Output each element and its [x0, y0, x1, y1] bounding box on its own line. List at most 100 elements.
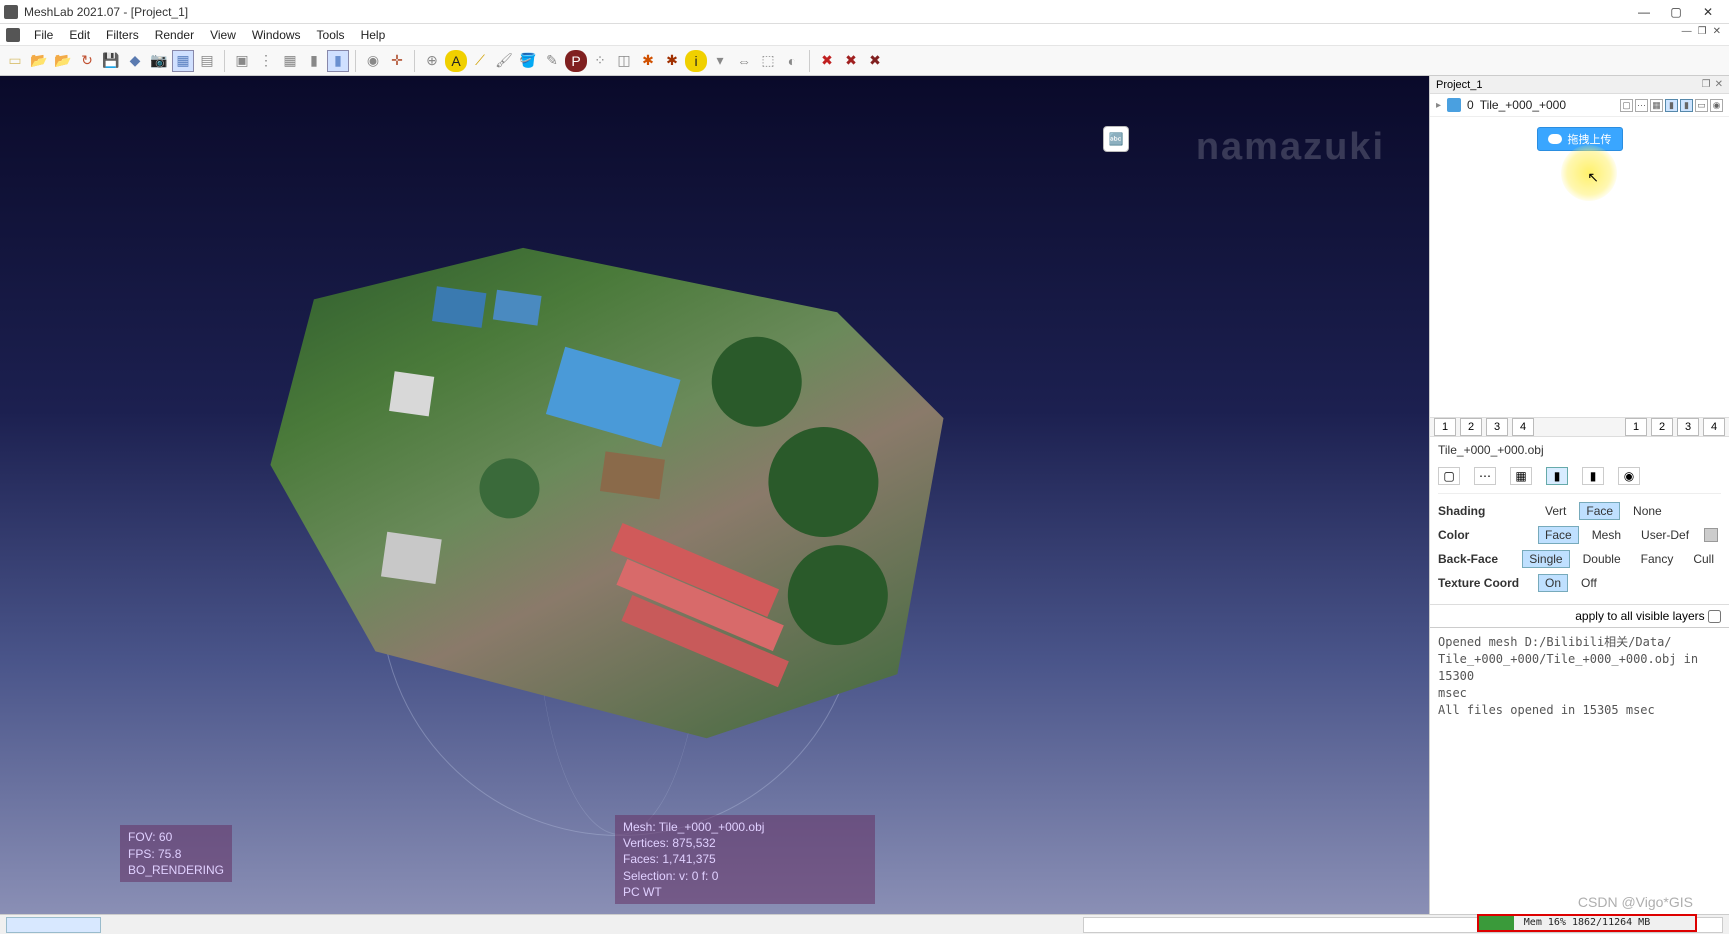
render-properties: Tile_+000_+000.obj ▢ ⋯ ▦ ▮ ▮ ◉ Shading V…	[1430, 437, 1729, 604]
layer-row[interactable]: ▸ 0 Tile_+000_+000 ▢ ⋯ ▦ ▮ ▮ ▭ ◉	[1430, 94, 1729, 117]
apply-all-checkbox[interactable]	[1708, 610, 1721, 623]
layer-dialog-icon[interactable]: ▦	[172, 50, 194, 72]
p-icon[interactable]: P	[565, 50, 587, 72]
maximize-button[interactable]: ▢	[1669, 5, 1683, 19]
measure-icon[interactable]: ⟋	[469, 50, 491, 72]
star2-icon[interactable]: ✱	[661, 50, 683, 72]
view-tab-right-2[interactable]: 2	[1651, 418, 1673, 436]
mdi-minimize-button[interactable]: —	[1682, 26, 1692, 37]
smooth-icon[interactable]: ▮	[327, 50, 349, 72]
pencil-icon[interactable]: ✎	[541, 50, 563, 72]
new-project-icon[interactable]: ▭	[4, 50, 26, 72]
align-icon[interactable]: ▾	[709, 50, 731, 72]
option-user-def[interactable]: User-Def	[1634, 526, 1696, 544]
panel-close-button[interactable]: ✕	[1715, 79, 1723, 90]
option-face[interactable]: Face	[1538, 526, 1579, 544]
layer-expand-icon[interactable]: ▸	[1436, 100, 1441, 111]
render-mode-smooth-icon[interactable]: ▮	[1582, 467, 1604, 485]
info-icon[interactable]: i	[685, 50, 707, 72]
label-icon[interactable]: A	[445, 50, 467, 72]
upload-button[interactable]: 拖拽上传	[1537, 127, 1623, 151]
log-area[interactable]: Opened mesh D:/Bilibili相关/Data/ Tile_+00…	[1430, 627, 1729, 914]
render-mode-flat-icon[interactable]: ▮	[1546, 467, 1568, 485]
mdi-controls: — ❐ ✕	[1682, 26, 1721, 37]
option-face[interactable]: Face	[1579, 502, 1620, 520]
ref-icon[interactable]: ⬚	[757, 50, 779, 72]
side-panel: Project_1 ❐ ✕ ▸ 0 Tile_+000_+000 ▢ ⋯ ▦ ▮…	[1429, 76, 1729, 914]
menu-filters[interactable]: Filters	[98, 26, 147, 44]
render-mode-points-icon[interactable]: ⋯	[1474, 467, 1496, 485]
layer-sel-icon[interactable]: ▮	[1680, 99, 1693, 112]
menu-render[interactable]: Render	[147, 26, 202, 44]
layer-edge-icon[interactable]: ▭	[1695, 99, 1708, 112]
cloud-icon	[1548, 134, 1562, 144]
project-panel-title: Project_1	[1436, 79, 1482, 91]
bbox-icon[interactable]: ▣	[231, 50, 253, 72]
fill-icon[interactable]: 🪣	[517, 50, 539, 72]
view-tab-left-3[interactable]: 3	[1486, 418, 1508, 436]
select-vert-icon[interactable]: ⁘	[589, 50, 611, 72]
menu-tools[interactable]: Tools	[309, 26, 353, 44]
option-fancy[interactable]: Fancy	[1634, 550, 1681, 568]
wireframe-icon[interactable]: ▦	[279, 50, 301, 72]
view-tab-left-4[interactable]: 4	[1512, 418, 1534, 436]
layer-visibility-icon[interactable]	[1447, 98, 1461, 112]
view-tab-left-2[interactable]: 2	[1460, 418, 1482, 436]
delete-sel-face-icon[interactable]: ✖	[840, 50, 862, 72]
option-none[interactable]: None	[1626, 502, 1669, 520]
option-vert[interactable]: Vert	[1538, 502, 1573, 520]
option-mesh[interactable]: Mesh	[1585, 526, 1628, 544]
manip-icon[interactable]: ⇔	[733, 50, 755, 72]
option-cull[interactable]: Cull	[1686, 550, 1721, 568]
3d-viewport[interactable]: 🔤 FOV: 60 FPS: 75.8 BO_RENDERING Mesh: T…	[0, 76, 1429, 914]
layer-points-icon[interactable]: ⋯	[1635, 99, 1648, 112]
render-mode-wire-icon[interactable]: ▦	[1510, 467, 1532, 485]
menu-file[interactable]: File	[26, 26, 61, 44]
view-tab-right-4[interactable]: 4	[1703, 418, 1725, 436]
axis-icon[interactable]: ✛	[386, 50, 408, 72]
save-project-icon[interactable]: ◆	[124, 50, 146, 72]
delete-sel-vert-icon[interactable]: ✖	[816, 50, 838, 72]
minimize-button[interactable]: —	[1637, 5, 1651, 19]
menu-edit[interactable]: Edit	[61, 26, 98, 44]
menu-view[interactable]: View	[202, 26, 244, 44]
snapshot-icon[interactable]: 📷	[148, 50, 170, 72]
option-on[interactable]: On	[1538, 574, 1568, 592]
view-tab-right-3[interactable]: 3	[1677, 418, 1699, 436]
light-icon[interactable]: ◉	[362, 50, 384, 72]
option-off[interactable]: Off	[1574, 574, 1604, 592]
star-icon[interactable]: ✱	[637, 50, 659, 72]
title-bar: MeshLab 2021.07 - [Project_1] — ▢ ✕	[0, 0, 1729, 24]
paint-icon[interactable]: 🖌	[493, 50, 515, 72]
import-mesh-icon[interactable]: 📂	[52, 50, 74, 72]
export-mesh-icon[interactable]: 💾	[100, 50, 122, 72]
points-icon[interactable]: ⋮	[255, 50, 277, 72]
panel-float-button[interactable]: ❐	[1702, 79, 1711, 90]
select-face-icon[interactable]: ◫	[613, 50, 635, 72]
raster-icon[interactable]: ▤	[196, 50, 218, 72]
view-tab-right-1[interactable]: 1	[1625, 418, 1647, 436]
option-double[interactable]: Double	[1576, 550, 1628, 568]
zbrush-icon[interactable]: ◐	[781, 50, 803, 72]
layer-bbox-icon[interactable]: ▢	[1620, 99, 1633, 112]
layer-tex-icon[interactable]: ◉	[1710, 99, 1723, 112]
view-tab-left-1[interactable]: 1	[1434, 418, 1456, 436]
translate-overlay-icon[interactable]: 🔤	[1103, 126, 1129, 152]
menu-windows[interactable]: Windows	[244, 26, 309, 44]
color-swatch[interactable]	[1704, 528, 1718, 542]
delete-sel-both-icon[interactable]: ✖	[864, 50, 886, 72]
render-mode-tex-icon[interactable]: ◉	[1618, 467, 1640, 485]
render-mode-bbox-icon[interactable]: ▢	[1438, 467, 1460, 485]
open-project-icon[interactable]: 📂	[28, 50, 50, 72]
option-single[interactable]: Single	[1522, 550, 1569, 568]
flat-icon[interactable]: ▮	[303, 50, 325, 72]
layer-name: Tile_+000_+000	[1480, 98, 1614, 112]
mdi-restore-button[interactable]: ❐	[1698, 26, 1707, 37]
reload-icon[interactable]: ↻	[76, 50, 98, 72]
layer-fill-icon[interactable]: ▮	[1665, 99, 1678, 112]
mdi-close-button[interactable]: ✕	[1713, 26, 1721, 37]
menu-help[interactable]: Help	[353, 26, 394, 44]
layer-wire-icon[interactable]: ▦	[1650, 99, 1663, 112]
close-button[interactable]: ✕	[1701, 5, 1715, 19]
globe-icon[interactable]: ⊕	[421, 50, 443, 72]
